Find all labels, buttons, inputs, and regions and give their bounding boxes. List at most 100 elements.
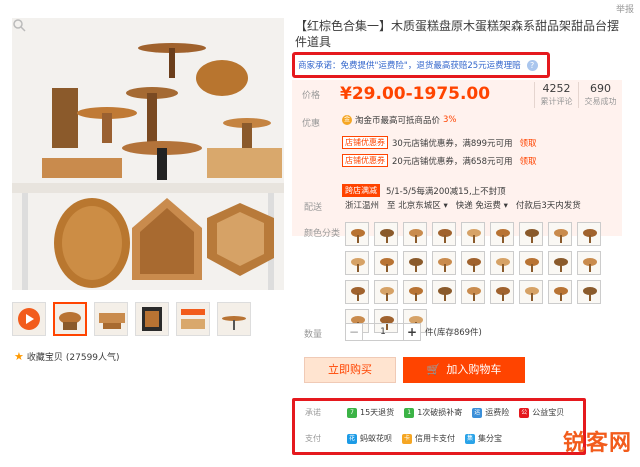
service-text: 集分宝 (478, 434, 502, 443)
price-label: 价格 (302, 91, 321, 101)
service-text: 1次破损补寄 (417, 408, 463, 417)
color-swatch[interactable] (490, 251, 514, 275)
color-swatch[interactable] (461, 251, 485, 275)
ship-method[interactable]: 快递 免运费 ▾ (456, 199, 508, 211)
favorite-button[interactable]: ★ 收藏宝贝 (27599人气) (14, 350, 120, 363)
color-swatch[interactable] (345, 222, 369, 246)
ship-to-prefix: 至 (387, 201, 396, 211)
promo-label: 优惠 (302, 119, 321, 129)
promise-row-label: 承诺 (305, 408, 321, 417)
quantity-input[interactable]: 1 (363, 323, 403, 341)
watermark-logo: 锐客网 (562, 431, 632, 456)
reviews-count: 4252 (542, 82, 571, 95)
service-icon: 卡 (402, 433, 412, 444)
wooden-cake-stands-photo (12, 18, 284, 290)
promise-label: 商家承诺： (298, 61, 341, 71)
add-to-cart-label: 加入购物车 (446, 363, 502, 376)
fullcut-tag: 跨店满减 (342, 184, 380, 197)
main-product-image[interactable] (12, 18, 284, 290)
thumbnail-strip (12, 302, 287, 336)
color-swatch[interactable] (577, 280, 601, 304)
thumbnail-3[interactable] (135, 302, 169, 336)
coupon-tag: 店铺优惠券 (342, 136, 388, 149)
coupon-claim-link[interactable]: 领取 (520, 155, 537, 167)
zoom-icon[interactable] (12, 18, 26, 32)
thumbnail-video[interactable] (12, 302, 46, 336)
color-swatch[interactable] (548, 222, 572, 246)
coupon-claim-link[interactable]: 领取 (520, 137, 537, 149)
coupon-tag: 店铺优惠券 (342, 154, 388, 167)
promise-item[interactable]: 1 1次破损补寄 (404, 407, 462, 418)
color-swatch[interactable] (432, 280, 456, 304)
help-icon[interactable]: ? (526, 59, 538, 71)
service-box: 承诺 7 15天退货 1 1次破损补寄运运费险公公益宝贝 支付 花蚂蚁花呗卡信用卡支付… (292, 398, 586, 455)
color-swatch[interactable] (345, 280, 369, 304)
shipping-label: 配送 (304, 203, 323, 213)
color-swatch[interactable] (490, 222, 514, 246)
quantity-stepper: − 1 + 件(库存869件) (345, 323, 482, 341)
color-swatch[interactable] (345, 251, 369, 275)
coupon-text: 20元店铺优惠券，满658元可用 (392, 156, 513, 167)
coupon-text: 30元店铺优惠券，满899元可用 (392, 138, 513, 149)
color-swatch[interactable] (490, 280, 514, 304)
color-swatch[interactable] (374, 280, 398, 304)
thumbnail-1[interactable] (53, 302, 87, 336)
reviews-label: 累计评论 (540, 97, 573, 106)
color-swatch[interactable] (519, 222, 543, 246)
thumbnail-5[interactable] (217, 302, 251, 336)
sales-stat: 690 交易成功 (578, 82, 622, 108)
sales-count: 690 (590, 82, 611, 95)
payment-item[interactable]: 集集分宝 (465, 433, 502, 444)
promise-item[interactable]: 7 15天退货 (347, 407, 394, 418)
coin-discount: 金 淘金币最高可抵商品价 3% (342, 114, 457, 126)
color-swatch[interactable] (519, 251, 543, 275)
promise-row: 承诺 7 15天退货 1 1次破损补寄运运费险公公益宝贝 (305, 407, 574, 418)
color-swatch[interactable] (374, 251, 398, 275)
payment-item[interactable]: 花蚂蚁花呗 (347, 433, 392, 444)
color-swatch[interactable] (432, 251, 456, 275)
coin-percent: 3% (443, 115, 457, 125)
color-swatch[interactable] (374, 222, 398, 246)
quantity-increase-button[interactable]: + (403, 323, 421, 341)
payment-item[interactable]: 卡信用卡支付 (402, 433, 455, 444)
promise-item[interactable]: 公公益宝贝 (519, 407, 564, 418)
report-link[interactable]: 举报 (616, 2, 634, 15)
color-swatch[interactable] (432, 222, 456, 246)
ship-from: 浙江温州 (345, 201, 380, 211)
color-swatch[interactable] (403, 222, 427, 246)
service-text: 公益宝贝 (532, 408, 565, 417)
color-swatch[interactable] (548, 280, 572, 304)
color-swatch[interactable] (577, 251, 601, 275)
color-swatch[interactable] (403, 280, 427, 304)
quantity-label: 数量 (304, 330, 323, 340)
product-title: 【红棕色合集一】木质蛋糕盘原木蛋糕架森系甜品架甜品台摆件道具 (295, 19, 620, 49)
coin-text: 淘金币最高可抵商品价 (355, 116, 441, 126)
color-label: 颜色分类 (304, 229, 341, 239)
coupon-1: 店铺优惠券 30元店铺优惠券，满899元可用 领取 (342, 136, 537, 149)
ship-to[interactable]: 至 北京东城区 ▾ (387, 199, 448, 211)
color-swatch[interactable] (461, 222, 485, 246)
service-icon: 7 (347, 407, 357, 418)
buy-now-button[interactable]: 立即购买 (304, 357, 396, 383)
thumbnail-2[interactable] (94, 302, 128, 336)
color-swatch[interactable] (577, 222, 601, 246)
cart-icon: 🛒 (426, 363, 441, 376)
ship-to-city: 北京东城区 (398, 201, 441, 211)
color-swatch[interactable] (548, 251, 572, 275)
payment-items: 花蚂蚁花呗卡信用卡支付集集分宝 (347, 433, 512, 444)
promise-items: 7 15天退货 1 1次破损补寄运运费险公公益宝贝 (347, 407, 574, 418)
color-swatch[interactable] (461, 280, 485, 304)
quantity-decrease-button[interactable]: − (345, 323, 363, 341)
add-to-cart-button[interactable]: 🛒 加入购物车 (403, 357, 525, 383)
payment-row: 支付 花蚂蚁花呗卡信用卡支付集集分宝 (305, 433, 512, 444)
sales-label: 交易成功 (584, 97, 617, 106)
promise-item[interactable]: 运运费险 (472, 407, 509, 418)
color-swatch[interactable] (519, 280, 543, 304)
promise-text[interactable]: 免费提供"运费险"，退货最高获赔25元运费理赔 (341, 59, 521, 71)
reviews-stat[interactable]: 4252 累计评论 (534, 82, 578, 108)
service-icon: 1 (404, 407, 415, 418)
thumbnail-4[interactable] (176, 302, 210, 336)
stock-text: 件(库存869件) (425, 328, 482, 338)
color-swatch[interactable] (403, 251, 427, 275)
service-text: 15天退货 (360, 408, 395, 417)
